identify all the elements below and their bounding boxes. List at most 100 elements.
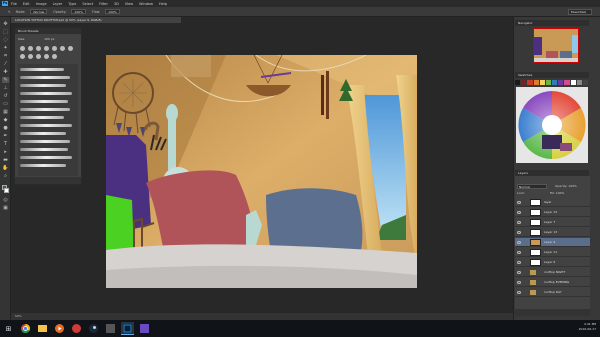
crop-tool-icon[interactable]: ⌗ (2, 53, 9, 59)
menu-3d[interactable]: 3D (114, 2, 119, 6)
menu-help[interactable]: Help (159, 2, 167, 6)
swatch[interactable] (582, 80, 589, 85)
workspace-select[interactable]: Essentials (568, 9, 592, 15)
brush-stroke-preview[interactable] (20, 92, 72, 95)
brush-stroke-preview[interactable] (20, 116, 64, 119)
visibility-eye-icon[interactable] (517, 251, 521, 254)
photoshop-icon[interactable] (121, 322, 134, 335)
layer-row-selected[interactable]: Layer 9 (515, 238, 590, 247)
fill-value[interactable]: 100% (556, 191, 565, 195)
swatch[interactable] (564, 80, 570, 85)
brush-size-value[interactable]: 100 px (44, 37, 54, 41)
brush-tip[interactable] (44, 46, 49, 51)
visibility-eye-icon[interactable] (517, 221, 521, 224)
screen-mode-icon[interactable]: ▣ (2, 205, 9, 211)
brush-stroke-preview[interactable] (20, 68, 64, 71)
brush-tip[interactable] (20, 54, 25, 59)
layer-row[interactable]: Layer 11 (515, 248, 590, 257)
layer-row[interactable]: Layer 7 (515, 218, 590, 227)
path-select-tool-icon[interactable]: ▸ (2, 149, 9, 155)
brush-stroke-list[interactable] (18, 64, 78, 176)
layer-group-row[interactable]: rooftop NIGHT (515, 268, 590, 277)
visibility-eye-icon[interactable] (517, 261, 521, 264)
file-explorer-icon[interactable] (36, 322, 49, 335)
navigator-thumbnail[interactable] (533, 28, 579, 63)
dodge-tool-icon[interactable]: ● (2, 125, 9, 131)
steam-icon[interactable] (87, 322, 100, 335)
eyedropper-tool-icon[interactable]: ⁄ (2, 61, 9, 67)
menu-view[interactable]: View (125, 2, 133, 6)
swatch[interactable] (570, 80, 576, 85)
document-canvas[interactable] (106, 55, 417, 288)
windows-icon[interactable]: ⊞ (2, 322, 15, 335)
visibility-eye-icon[interactable] (517, 211, 521, 214)
brush-stroke-preview[interactable] (20, 124, 72, 127)
swatch[interactable] (558, 80, 564, 85)
flow-field[interactable]: 100% (105, 9, 120, 14)
brush-tip[interactable] (28, 46, 33, 51)
quick-select-tool-icon[interactable]: ✦ (2, 45, 9, 51)
chrome-icon[interactable] (19, 322, 32, 335)
swatch[interactable] (545, 80, 552, 85)
app-icon-2[interactable] (104, 322, 117, 335)
layer-row[interactable]: Layer 13 (515, 228, 590, 237)
move-tool-icon[interactable]: ✥ (2, 21, 9, 27)
layer-opacity-value[interactable]: 100% (568, 184, 577, 188)
menu-select[interactable]: Select (82, 2, 93, 6)
brush-stroke-preview[interactable] (20, 148, 68, 151)
visibility-eye-icon[interactable] (517, 291, 521, 294)
app-icon[interactable] (70, 322, 83, 335)
brush-tip[interactable] (44, 54, 49, 59)
brush-tool-icon[interactable]: ✎ (8, 10, 11, 14)
marquee-tool-icon[interactable]: ⬚ (2, 29, 9, 35)
menu-image[interactable]: Image (36, 2, 47, 6)
brush-tip[interactable] (36, 46, 41, 51)
brush-tip[interactable] (60, 46, 65, 51)
quick-mask-icon[interactable]: ◎ (2, 197, 9, 203)
hand-tool-icon[interactable]: ✋ (2, 165, 9, 171)
visibility-eye-icon[interactable] (517, 281, 521, 284)
swatch[interactable] (521, 80, 527, 85)
blend-mode-select[interactable]: Normal (517, 184, 547, 189)
zoom-tool-icon[interactable]: ⌕ (2, 173, 9, 179)
brush-tip[interactable] (36, 54, 41, 59)
mode-select[interactable]: Normal (30, 9, 48, 14)
menu-file[interactable]: File (11, 2, 17, 6)
color-wheel[interactable] (516, 87, 588, 163)
layer-group-row[interactable]: rooftop EVENING (515, 278, 590, 287)
visibility-eye-icon[interactable] (517, 271, 521, 274)
layer-group-row[interactable]: rooftop DAY (515, 288, 590, 297)
menu-layer[interactable]: Layer (53, 2, 63, 6)
swatch[interactable] (552, 80, 558, 85)
menu-type[interactable]: Type (68, 2, 76, 6)
brush-stroke-preview[interactable] (20, 156, 72, 159)
lasso-tool-icon[interactable]: ◌ (2, 37, 9, 43)
layer-row[interactable]: layer (515, 198, 590, 207)
brush-tip[interactable] (20, 46, 25, 51)
visibility-eye-icon[interactable] (517, 201, 521, 204)
brush-stroke-preview[interactable] (20, 108, 70, 111)
menu-edit[interactable]: Edit (23, 2, 30, 6)
navigator-title[interactable]: Navigator (515, 20, 589, 26)
brush-tip[interactable] (52, 54, 57, 59)
history-brush-icon[interactable]: ↺ (2, 93, 9, 99)
brush-stroke-preview[interactable] (20, 100, 68, 103)
swatch[interactable] (576, 80, 582, 85)
background-color-swatch[interactable] (4, 188, 9, 193)
pen-tool-icon[interactable]: ✒ (2, 133, 9, 139)
menu-window[interactable]: Window (139, 2, 153, 6)
visibility-eye-icon[interactable] (517, 231, 521, 234)
brush-tip[interactable] (52, 46, 57, 51)
zoom-level[interactable]: 50% (15, 314, 22, 318)
brush-stroke-preview[interactable] (20, 132, 66, 135)
brush-tip[interactable] (28, 54, 33, 59)
media-icon[interactable] (53, 322, 66, 335)
gradient-tool-icon[interactable]: ▦ (2, 109, 9, 115)
layer-row[interactable]: Layer 12 (515, 208, 590, 217)
stamp-tool-icon[interactable]: ⊥ (2, 85, 9, 91)
visibility-eye-icon[interactable] (517, 241, 521, 244)
type-tool-icon[interactable]: T (2, 141, 9, 147)
eraser-tool-icon[interactable]: ▭ (2, 101, 9, 107)
opacity-field[interactable]: 100% (71, 9, 86, 14)
swatches-title[interactable]: Swatches (515, 72, 589, 78)
